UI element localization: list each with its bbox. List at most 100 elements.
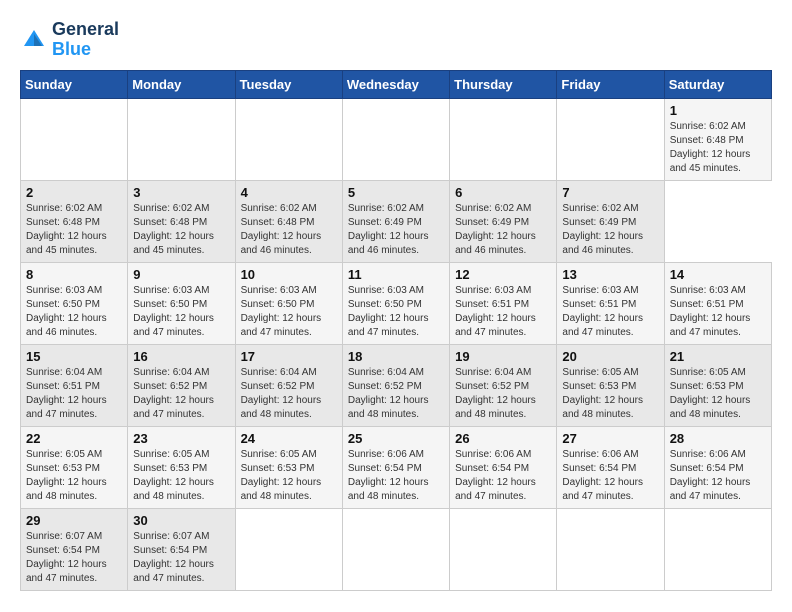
day-number: 14: [670, 267, 766, 282]
day-number: 15: [26, 349, 122, 364]
day-cell-3: 3 Sunrise: 6:02 AMSunset: 6:48 PMDayligh…: [128, 180, 235, 262]
day-cell-15: 15 Sunrise: 6:04 AMSunset: 6:51 PMDaylig…: [21, 344, 128, 426]
day-header-thursday: Thursday: [450, 70, 557, 98]
calendar-table: SundayMondayTuesdayWednesdayThursdayFrid…: [20, 70, 772, 591]
day-info: Sunrise: 6:06 AMSunset: 6:54 PMDaylight:…: [562, 449, 643, 502]
day-info: Sunrise: 6:03 AMSunset: 6:50 PMDaylight:…: [133, 285, 214, 338]
empty-cell: [128, 98, 235, 180]
day-info: Sunrise: 6:07 AMSunset: 6:54 PMDaylight:…: [133, 531, 214, 584]
calendar-body: 1 Sunrise: 6:02 AMSunset: 6:48 PMDayligh…: [21, 98, 772, 590]
empty-cell: [450, 98, 557, 180]
day-number: 12: [455, 267, 551, 282]
day-header-monday: Monday: [128, 70, 235, 98]
day-cell-7: 7 Sunrise: 6:02 AMSunset: 6:49 PMDayligh…: [557, 180, 664, 262]
day-cell-4: 4 Sunrise: 6:02 AMSunset: 6:48 PMDayligh…: [235, 180, 342, 262]
empty-cell: [664, 508, 771, 590]
day-number: 4: [241, 185, 337, 200]
empty-cell: [21, 98, 128, 180]
day-cell-19: 19 Sunrise: 6:04 AMSunset: 6:52 PMDaylig…: [450, 344, 557, 426]
calendar-week-5: 22 Sunrise: 6:05 AMSunset: 6:53 PMDaylig…: [21, 426, 772, 508]
day-header-sunday: Sunday: [21, 70, 128, 98]
day-info: Sunrise: 6:07 AMSunset: 6:54 PMDaylight:…: [26, 531, 107, 584]
calendar-week-4: 15 Sunrise: 6:04 AMSunset: 6:51 PMDaylig…: [21, 344, 772, 426]
day-number: 1: [670, 103, 766, 118]
day-cell-27: 27 Sunrise: 6:06 AMSunset: 6:54 PMDaylig…: [557, 426, 664, 508]
empty-cell: [342, 508, 449, 590]
day-cell-30: 30 Sunrise: 6:07 AMSunset: 6:54 PMDaylig…: [128, 508, 235, 590]
day-number: 25: [348, 431, 444, 446]
day-number: 18: [348, 349, 444, 364]
day-cell-28: 28 Sunrise: 6:06 AMSunset: 6:54 PMDaylig…: [664, 426, 771, 508]
day-info: Sunrise: 6:03 AMSunset: 6:50 PMDaylight:…: [241, 285, 322, 338]
day-info: Sunrise: 6:02 AMSunset: 6:48 PMDaylight:…: [133, 203, 214, 256]
day-cell-26: 26 Sunrise: 6:06 AMSunset: 6:54 PMDaylig…: [450, 426, 557, 508]
day-cell-20: 20 Sunrise: 6:05 AMSunset: 6:53 PMDaylig…: [557, 344, 664, 426]
day-number: 17: [241, 349, 337, 364]
day-info: Sunrise: 6:03 AMSunset: 6:50 PMDaylight:…: [348, 285, 429, 338]
empty-cell: [342, 98, 449, 180]
day-cell-6: 6 Sunrise: 6:02 AMSunset: 6:49 PMDayligh…: [450, 180, 557, 262]
day-info: Sunrise: 6:02 AMSunset: 6:49 PMDaylight:…: [455, 203, 536, 256]
day-info: Sunrise: 6:02 AMSunset: 6:49 PMDaylight:…: [562, 203, 643, 256]
day-info: Sunrise: 6:03 AMSunset: 6:51 PMDaylight:…: [455, 285, 536, 338]
day-info: Sunrise: 6:04 AMSunset: 6:52 PMDaylight:…: [348, 367, 429, 420]
day-cell-8: 8 Sunrise: 6:03 AMSunset: 6:50 PMDayligh…: [21, 262, 128, 344]
day-cell-10: 10 Sunrise: 6:03 AMSunset: 6:50 PMDaylig…: [235, 262, 342, 344]
day-cell-13: 13 Sunrise: 6:03 AMSunset: 6:51 PMDaylig…: [557, 262, 664, 344]
day-cell-25: 25 Sunrise: 6:06 AMSunset: 6:54 PMDaylig…: [342, 426, 449, 508]
day-number: 22: [26, 431, 122, 446]
day-cell-14: 14 Sunrise: 6:03 AMSunset: 6:51 PMDaylig…: [664, 262, 771, 344]
day-number: 28: [670, 431, 766, 446]
day-cell-22: 22 Sunrise: 6:05 AMSunset: 6:53 PMDaylig…: [21, 426, 128, 508]
day-number: 26: [455, 431, 551, 446]
day-info: Sunrise: 6:06 AMSunset: 6:54 PMDaylight:…: [455, 449, 536, 502]
calendar-week-1: 1 Sunrise: 6:02 AMSunset: 6:48 PMDayligh…: [21, 98, 772, 180]
day-number: 8: [26, 267, 122, 282]
day-number: 24: [241, 431, 337, 446]
day-cell-21: 21 Sunrise: 6:05 AMSunset: 6:53 PMDaylig…: [664, 344, 771, 426]
day-info: Sunrise: 6:04 AMSunset: 6:51 PMDaylight:…: [26, 367, 107, 420]
day-info: Sunrise: 6:03 AMSunset: 6:51 PMDaylight:…: [670, 285, 751, 338]
day-cell-18: 18 Sunrise: 6:04 AMSunset: 6:52 PMDaylig…: [342, 344, 449, 426]
day-number: 27: [562, 431, 658, 446]
calendar-week-2: 2 Sunrise: 6:02 AMSunset: 6:48 PMDayligh…: [21, 180, 772, 262]
day-header-tuesday: Tuesday: [235, 70, 342, 98]
day-cell-24: 24 Sunrise: 6:05 AMSunset: 6:53 PMDaylig…: [235, 426, 342, 508]
day-info: Sunrise: 6:02 AMSunset: 6:48 PMDaylight:…: [670, 121, 751, 174]
day-cell-29: 29 Sunrise: 6:07 AMSunset: 6:54 PMDaylig…: [21, 508, 128, 590]
day-cell-11: 11 Sunrise: 6:03 AMSunset: 6:50 PMDaylig…: [342, 262, 449, 344]
day-info: Sunrise: 6:05 AMSunset: 6:53 PMDaylight:…: [562, 367, 643, 420]
calendar-header: SundayMondayTuesdayWednesdayThursdayFrid…: [21, 70, 772, 98]
day-info: Sunrise: 6:04 AMSunset: 6:52 PMDaylight:…: [133, 367, 214, 420]
day-number: 11: [348, 267, 444, 282]
day-number: 7: [562, 185, 658, 200]
day-cell-5: 5 Sunrise: 6:02 AMSunset: 6:49 PMDayligh…: [342, 180, 449, 262]
day-header-friday: Friday: [557, 70, 664, 98]
day-info: Sunrise: 6:06 AMSunset: 6:54 PMDaylight:…: [670, 449, 751, 502]
day-header-saturday: Saturday: [664, 70, 771, 98]
day-info: Sunrise: 6:06 AMSunset: 6:54 PMDaylight:…: [348, 449, 429, 502]
day-info: Sunrise: 6:04 AMSunset: 6:52 PMDaylight:…: [455, 367, 536, 420]
day-number: 29: [26, 513, 122, 528]
day-info: Sunrise: 6:04 AMSunset: 6:52 PMDaylight:…: [241, 367, 322, 420]
day-number: 10: [241, 267, 337, 282]
day-info: Sunrise: 6:03 AMSunset: 6:50 PMDaylight:…: [26, 285, 107, 338]
day-number: 3: [133, 185, 229, 200]
day-info: Sunrise: 6:02 AMSunset: 6:48 PMDaylight:…: [26, 203, 107, 256]
day-header-wednesday: Wednesday: [342, 70, 449, 98]
day-cell-16: 16 Sunrise: 6:04 AMSunset: 6:52 PMDaylig…: [128, 344, 235, 426]
day-number: 2: [26, 185, 122, 200]
logo: General Blue: [20, 20, 119, 60]
day-number: 6: [455, 185, 551, 200]
day-cell-23: 23 Sunrise: 6:05 AMSunset: 6:53 PMDaylig…: [128, 426, 235, 508]
logo-text: General Blue: [52, 20, 119, 60]
day-number: 9: [133, 267, 229, 282]
day-number: 30: [133, 513, 229, 528]
day-number: 20: [562, 349, 658, 364]
day-number: 21: [670, 349, 766, 364]
empty-cell: [557, 508, 664, 590]
calendar-week-3: 8 Sunrise: 6:03 AMSunset: 6:50 PMDayligh…: [21, 262, 772, 344]
day-info: Sunrise: 6:05 AMSunset: 6:53 PMDaylight:…: [670, 367, 751, 420]
day-cell-12: 12 Sunrise: 6:03 AMSunset: 6:51 PMDaylig…: [450, 262, 557, 344]
day-header-row: SundayMondayTuesdayWednesdayThursdayFrid…: [21, 70, 772, 98]
